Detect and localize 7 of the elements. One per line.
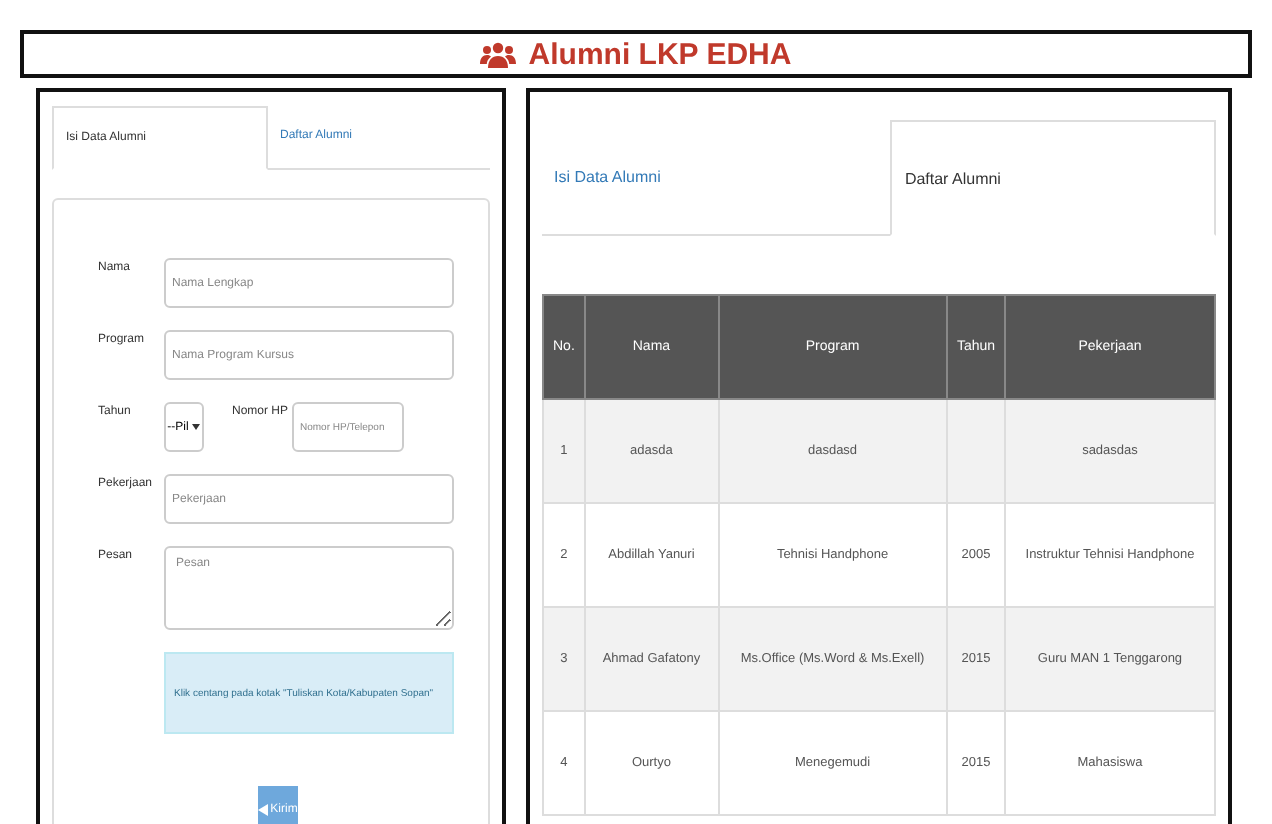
tab[interactable]: Isi Data Alumni [542,118,891,234]
caret-icon [192,424,201,430]
users-icon [480,41,517,67]
page-title: Alumni LKP EDHA [528,37,792,71]
table-cell [947,399,1005,503]
tab[interactable]: Daftar Alumni [890,120,1216,236]
send-icon [258,804,269,816]
